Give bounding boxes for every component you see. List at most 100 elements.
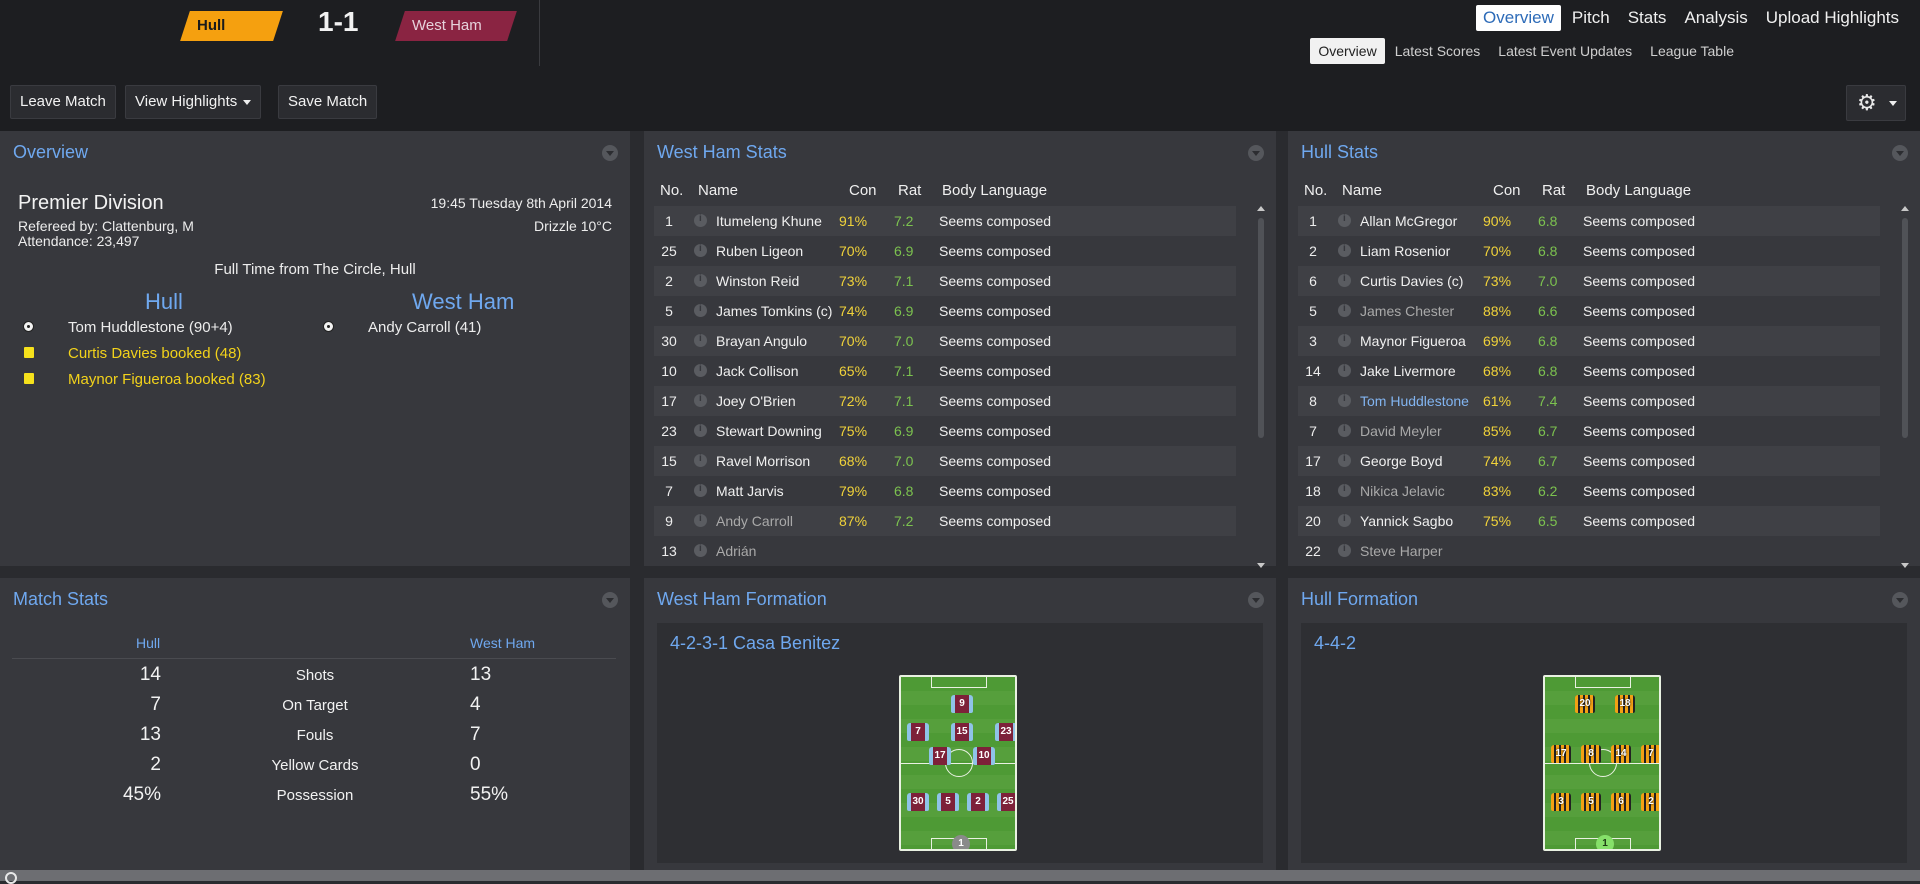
scroll-thumb[interactable]: [1902, 218, 1908, 438]
player-shirt[interactable]: 2: [1641, 793, 1659, 811]
info-icon[interactable]: [694, 333, 707, 347]
table-row[interactable]: 25 Ruben Ligeon 70% 6.9 Seems composed: [654, 236, 1236, 266]
info-icon[interactable]: [1338, 513, 1351, 527]
player-name[interactable]: Winston Reid: [716, 273, 799, 289]
player-name[interactable]: Ravel Morrison: [716, 453, 810, 469]
col-con[interactable]: Con: [1493, 182, 1521, 199]
subnav-latest-event-updates[interactable]: Latest Event Updates: [1490, 38, 1640, 64]
save-match-button[interactable]: Save Match: [278, 85, 378, 119]
player-name[interactable]: Steve Harper: [1360, 543, 1442, 559]
player-shirt[interactable]: 15: [951, 723, 973, 741]
collapse-icon[interactable]: [1248, 592, 1264, 608]
collapse-icon[interactable]: [602, 145, 618, 161]
col-rat[interactable]: Rat: [1542, 182, 1565, 199]
player-shirt[interactable]: 2: [967, 793, 989, 811]
table-row[interactable]: 20 Yannick Sagbo 75% 6.5 Seems composed: [1298, 506, 1880, 536]
col-body-language[interactable]: Body Language: [942, 182, 1047, 199]
table-row[interactable]: 7 David Meyler 85% 6.7 Seems composed: [1298, 416, 1880, 446]
player-name[interactable]: Jack Collison: [716, 363, 798, 379]
table-row[interactable]: 1 Allan McGregor 90% 6.8 Seems composed: [1298, 206, 1880, 236]
player-shirt[interactable]: 5: [937, 793, 959, 811]
col-con[interactable]: Con: [849, 182, 877, 199]
player-name[interactable]: Matt Jarvis: [716, 483, 784, 499]
nav-upload-highlights[interactable]: Upload Highlights: [1759, 5, 1906, 31]
info-icon[interactable]: [694, 513, 707, 527]
table-row[interactable]: 18 Nikica Jelavic 83% 6.2 Seems composed: [1298, 476, 1880, 506]
nav-pitch[interactable]: Pitch: [1565, 5, 1617, 31]
nav-stats[interactable]: Stats: [1621, 5, 1674, 31]
info-icon[interactable]: [694, 243, 707, 257]
player-name[interactable]: Nikica Jelavic: [1360, 483, 1445, 499]
table-row[interactable]: 2 Liam Rosenior 70% 6.8 Seems composed: [1298, 236, 1880, 266]
player-shirt[interactable]: 5: [1581, 793, 1601, 811]
player-shirt[interactable]: 30: [907, 793, 929, 811]
table-row[interactable]: 17 George Boyd 74% 6.7 Seems composed: [1298, 446, 1880, 476]
player-name[interactable]: Itumeleng Khune: [716, 213, 822, 229]
away-team-label[interactable]: West Ham: [470, 635, 535, 651]
info-icon[interactable]: [694, 543, 707, 557]
player-shirt[interactable]: 6: [1611, 793, 1631, 811]
info-icon[interactable]: [1338, 423, 1351, 437]
player-shirt[interactable]: 17: [1551, 745, 1571, 763]
table-row[interactable]: 2 Winston Reid 73% 7.1 Seems composed: [654, 266, 1236, 296]
player-shirt[interactable]: 3: [1551, 793, 1571, 811]
home-team-label[interactable]: Hull: [136, 635, 160, 651]
player-shirt[interactable]: 7: [907, 723, 929, 741]
player-shirt[interactable]: 17: [929, 747, 951, 765]
home-goal-event[interactable]: Tom Huddlestone (90+4): [68, 319, 233, 336]
formation-name[interactable]: 4-4-2: [1314, 633, 1356, 654]
table-row[interactable]: 17 Joey O'Brien 72% 7.1 Seems composed: [654, 386, 1236, 416]
table-row[interactable]: 15 Ravel Morrison 68% 7.0 Seems composed: [654, 446, 1236, 476]
table-row[interactable]: 23 Stewart Downing 75% 6.9 Seems composed: [654, 416, 1236, 446]
player-shirt[interactable]: 9: [951, 695, 973, 713]
away-goal-event[interactable]: Andy Carroll (41): [368, 319, 481, 336]
info-icon[interactable]: [1338, 273, 1351, 287]
info-icon[interactable]: [1338, 453, 1351, 467]
table-row[interactable]: 22 Steve Harper: [1298, 536, 1880, 566]
info-icon[interactable]: [1338, 333, 1351, 347]
player-shirt[interactable]: 8: [1581, 745, 1601, 763]
table-row[interactable]: 5 James Tomkins (c) 74% 6.9 Seems composed: [654, 296, 1236, 326]
info-icon[interactable]: [1338, 303, 1351, 317]
info-icon[interactable]: [694, 483, 707, 497]
player-name[interactable]: Stewart Downing: [716, 423, 822, 439]
booking-event[interactable]: Curtis Davies booked (48): [68, 345, 241, 362]
info-icon[interactable]: [1338, 543, 1351, 557]
col-name[interactable]: Name: [1342, 182, 1382, 199]
goalkeeper-marker[interactable]: 1: [1596, 835, 1614, 849]
info-icon[interactable]: [694, 363, 707, 377]
player-shirt[interactable]: 18: [1615, 695, 1635, 713]
table-row[interactable]: 6 Curtis Davies (c) 73% 7.0 Seems composed: [1298, 266, 1880, 296]
table-row[interactable]: 8 Tom Huddlestone 61% 7.4 Seems composed: [1298, 386, 1880, 416]
goalkeeper-marker[interactable]: 1: [952, 835, 970, 849]
info-icon[interactable]: [694, 213, 707, 227]
subnav-league-table[interactable]: League Table: [1642, 38, 1742, 64]
player-shirt[interactable]: 14: [1611, 745, 1631, 763]
away-team-badge[interactable]: West Ham: [395, 11, 517, 41]
player-shirt[interactable]: 10: [973, 747, 995, 765]
info-icon[interactable]: [694, 393, 707, 407]
player-name[interactable]: Ruben Ligeon: [716, 243, 803, 259]
player-name[interactable]: Brayan Angulo: [716, 333, 807, 349]
scrollbar[interactable]: [1256, 206, 1266, 568]
player-name[interactable]: Yannick Sagbo: [1360, 513, 1453, 529]
player-name[interactable]: Adrián: [716, 543, 756, 559]
collapse-icon[interactable]: [1248, 145, 1264, 161]
player-name[interactable]: Liam Rosenior: [1360, 243, 1450, 259]
leave-match-button[interactable]: Leave Match: [10, 85, 116, 119]
info-icon[interactable]: [694, 453, 707, 467]
collapse-icon[interactable]: [1892, 592, 1908, 608]
info-icon[interactable]: [1338, 393, 1351, 407]
player-name[interactable]: Allan McGregor: [1360, 213, 1457, 229]
settings-button[interactable]: ⚙: [1846, 85, 1906, 121]
table-row[interactable]: 14 Jake Livermore 68% 6.8 Seems composed: [1298, 356, 1880, 386]
player-shirt[interactable]: 23: [995, 723, 1015, 741]
player-name[interactable]: Curtis Davies (c): [1360, 273, 1463, 289]
collapse-icon[interactable]: [1892, 145, 1908, 161]
player-name[interactable]: George Boyd: [1360, 453, 1443, 469]
table-row[interactable]: 5 James Chester 88% 6.6 Seems composed: [1298, 296, 1880, 326]
table-row[interactable]: 13 Adrián: [654, 536, 1236, 566]
info-icon[interactable]: [694, 423, 707, 437]
player-shirt[interactable]: 20: [1575, 695, 1595, 713]
table-row[interactable]: 3 Maynor Figueroa 69% 6.8 Seems composed: [1298, 326, 1880, 356]
